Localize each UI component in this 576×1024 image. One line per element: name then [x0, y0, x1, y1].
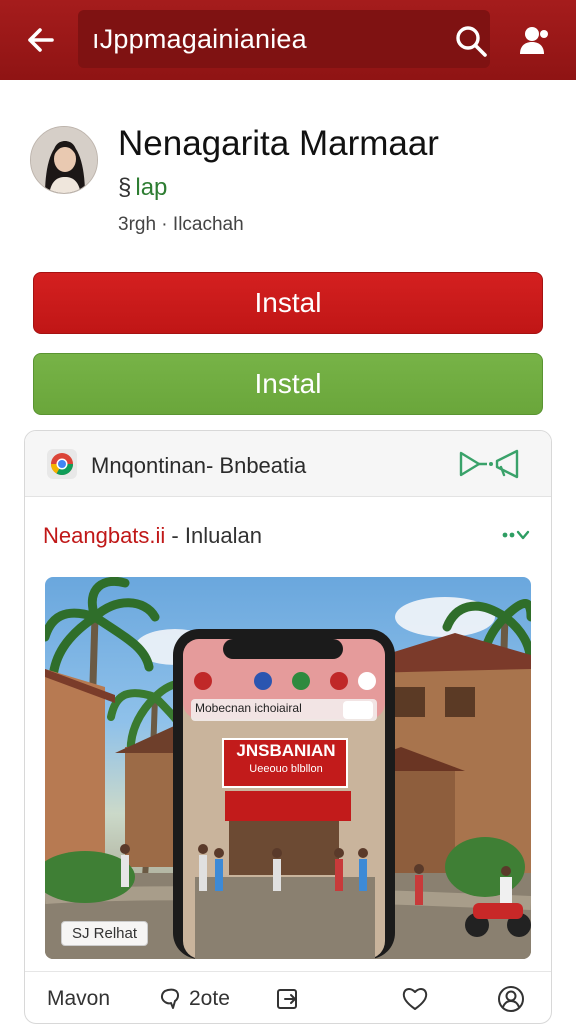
profile-meta: 3rgh · Ilcachah: [118, 214, 244, 235]
card-title: Mnqontinan- Bnbeatia: [91, 453, 307, 478]
like-button[interactable]: [401, 984, 429, 1014]
post-author-line: Neangbats.ii - Inlualan: [43, 523, 262, 549]
user-icon[interactable]: [514, 20, 554, 60]
megaphone-icon[interactable]: [457, 447, 523, 481]
search-icon[interactable]: [452, 22, 490, 60]
install-button-red-label: Instal: [254, 287, 322, 318]
profile-name: Nenagarita Marmaar: [118, 124, 439, 163]
comment-icon: [160, 988, 180, 1009]
sign-subtitle: Ueeouo blbllon: [249, 763, 323, 775]
more-icon[interactable]: [501, 523, 535, 547]
post-author[interactable]: Neangbats.ii: [43, 523, 165, 548]
card-header: Mnqontinan- Bnbeatia: [25, 431, 551, 497]
avatar[interactable]: [30, 126, 98, 194]
app-title-text: ıJppmagainianiea: [92, 23, 307, 54]
profile-handle-text: lap: [135, 174, 168, 201]
sign-title: JNSBANIAN: [236, 741, 336, 760]
install-button-green[interactable]: Instal: [33, 353, 543, 415]
share-button[interactable]: [275, 984, 301, 1014]
install-button-green-label: Instal: [254, 368, 322, 399]
top-app-bar: ıJppmagainianiea: [0, 0, 576, 80]
photo-badge: SJ Relhat: [61, 921, 149, 946]
app-title: ıJppmagainianiea: [78, 10, 490, 68]
heart-icon: [402, 988, 428, 1010]
profile-handle: § lap: [118, 174, 167, 202]
install-button-red[interactable]: Instal: [33, 272, 543, 334]
post-actions: Mavon 2ote: [25, 971, 551, 1023]
action-second-label: 2ote: [189, 987, 230, 1010]
action-second[interactable]: 2ote: [159, 984, 230, 1014]
profile-button[interactable]: [497, 984, 525, 1014]
phone-bar-text: Mobecnan ichoiairal: [195, 701, 302, 715]
post-subtitle: - Inlualan: [165, 523, 262, 548]
profile-icon: [498, 986, 524, 1012]
post-photo[interactable]: Mobecnan ichoiairal JNSBANIAN Ueeouo blb…: [45, 577, 531, 959]
profile-section: Nenagarita Marmaar § lap 3rgh · Ilcachah: [0, 80, 576, 270]
chrome-icon: [47, 449, 77, 479]
action-first[interactable]: Mavon: [47, 984, 110, 1014]
share-icon: [277, 989, 297, 1009]
back-arrow-icon[interactable]: [22, 22, 58, 58]
action-first-label: Mavon: [47, 987, 111, 1010]
s-icon: §: [118, 174, 132, 201]
post-card: Mnqontinan- Bnbeatia Neangbats.ii - Inlu…: [24, 430, 552, 1024]
